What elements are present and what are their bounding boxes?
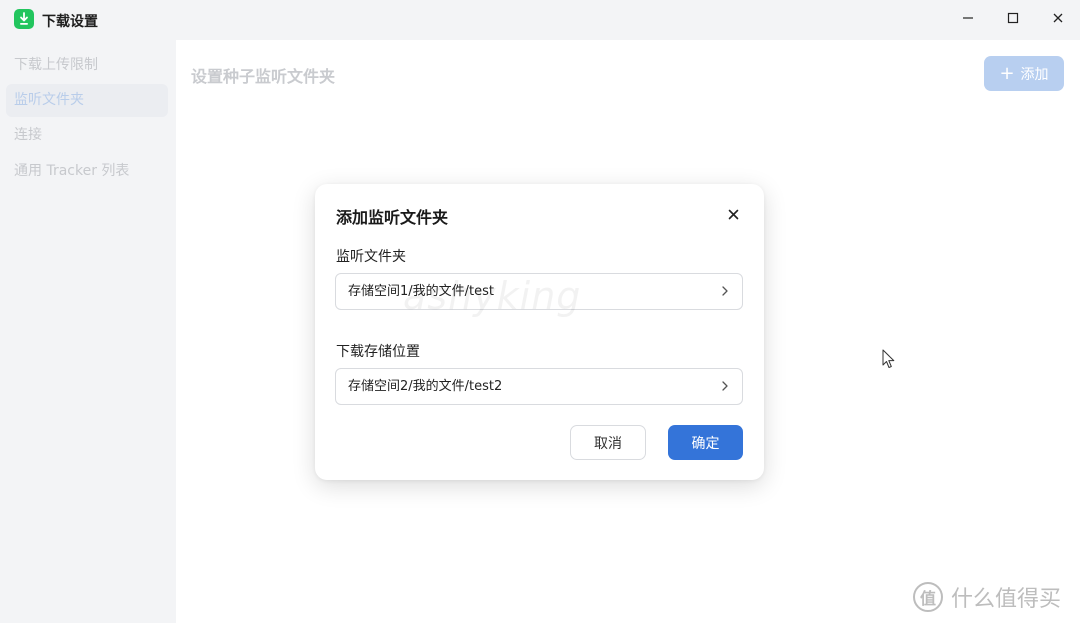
sidebar-item-connection[interactable]: 连接 bbox=[6, 119, 168, 152]
watch-folder-label: 监听文件夹 bbox=[336, 249, 406, 265]
close-icon bbox=[728, 209, 738, 219]
chevron-right-icon bbox=[722, 381, 728, 391]
close-icon bbox=[1053, 13, 1063, 23]
chevron-right-icon bbox=[722, 286, 728, 296]
minimize-icon bbox=[963, 17, 973, 19]
sidebar-item-tracker-list[interactable]: 通用 Tracker 列表 bbox=[6, 155, 168, 188]
maximize-icon bbox=[1007, 12, 1019, 24]
app-window: 下载设置 下载上传限制 监听文件夹 连接 通用 Tracker 列表 设置种子监… bbox=[0, 0, 1080, 623]
download-location-picker[interactable]: 存储空间2/我的文件/test2 bbox=[335, 368, 743, 405]
download-location-label: 下载存储位置 bbox=[336, 344, 420, 360]
maximize-button[interactable] bbox=[990, 0, 1036, 36]
brand-logo-icon: 值 bbox=[913, 582, 943, 612]
download-location-value: 存储空间2/我的文件/test2 bbox=[348, 379, 503, 394]
watermark: ashyking bbox=[403, 274, 582, 318]
dialog-title: 添加监听文件夹 bbox=[336, 208, 449, 227]
minimize-button[interactable] bbox=[945, 0, 991, 36]
brand-text: 什么值得买 bbox=[951, 587, 1062, 612]
sidebar: 下载上传限制 监听文件夹 连接 通用 Tracker 列表 bbox=[0, 40, 176, 623]
mouse-cursor-icon bbox=[882, 349, 895, 368]
confirm-button[interactable]: 确定 bbox=[668, 425, 743, 460]
sidebar-item-rate-limit[interactable]: 下载上传限制 bbox=[6, 49, 168, 82]
add-watch-folder-dialog: 添加监听文件夹 监听文件夹 存储空间1/我的文件/test ashyking 下… bbox=[315, 184, 764, 480]
window-title: 下载设置 bbox=[42, 14, 98, 30]
site-watermark: 值 什么值得买 bbox=[913, 580, 1061, 614]
cancel-button[interactable]: 取消 bbox=[570, 425, 646, 460]
close-window-button[interactable] bbox=[1035, 0, 1080, 36]
download-app-icon bbox=[14, 9, 34, 29]
title-bar: 下载设置 bbox=[0, 0, 1080, 40]
sidebar-item-watch-folder[interactable]: 监听文件夹 bbox=[6, 84, 168, 117]
dialog-close-button[interactable] bbox=[725, 206, 741, 222]
